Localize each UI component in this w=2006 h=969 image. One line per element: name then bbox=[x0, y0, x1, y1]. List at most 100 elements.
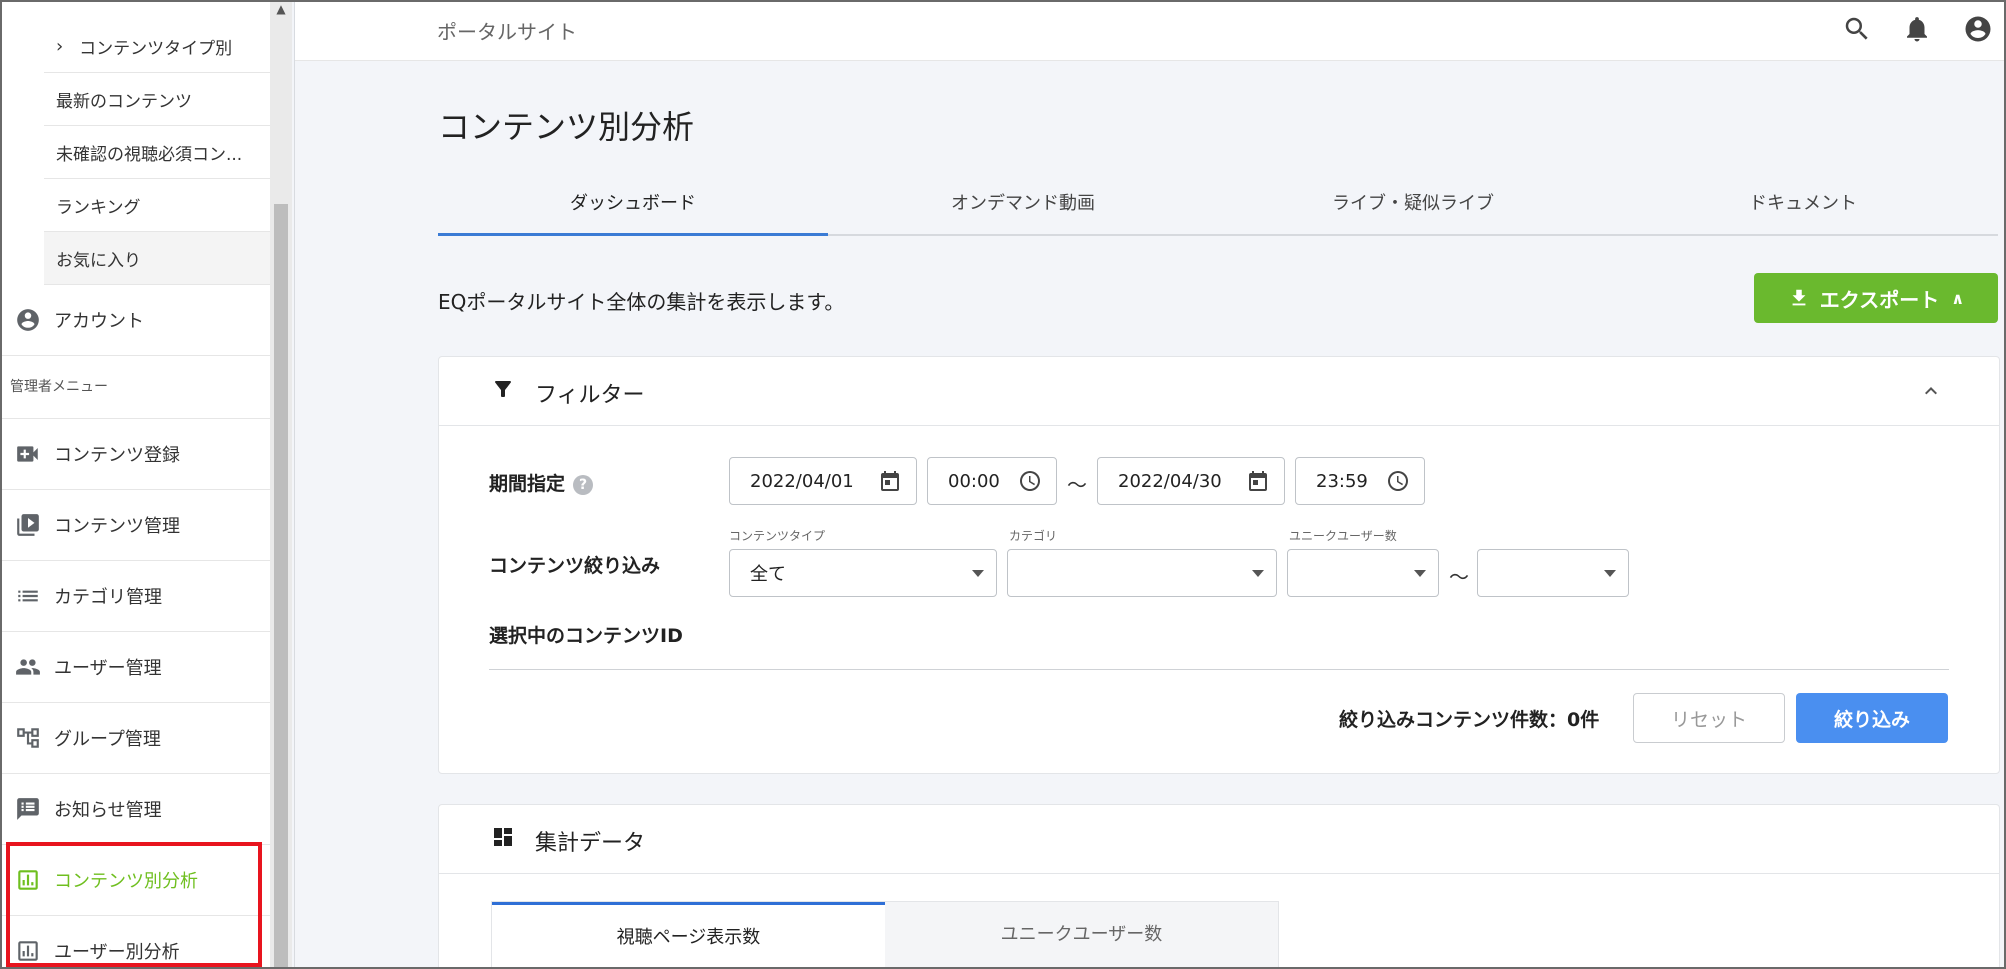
export-label: エクスポート bbox=[1819, 287, 1940, 312]
end-date-field[interactable]: 2022/04/30 bbox=[1097, 457, 1285, 505]
sidebar-subitem-unwatched-required[interactable]: 未確認の視聴必須コン... bbox=[44, 126, 270, 179]
chevron-up-icon: ∧ bbox=[1951, 288, 1965, 308]
period-label-text: 期間指定 bbox=[489, 473, 566, 495]
sidebar-subitem-label: ランキング bbox=[56, 197, 141, 218]
top-bar: ポータルサイト bbox=[295, 2, 2004, 61]
people-icon bbox=[2, 654, 54, 680]
scroll-up-arrow-icon[interactable]: ▲ bbox=[274, 2, 288, 16]
sidebar-item-label: グループ管理 bbox=[54, 729, 161, 750]
sidebar-item-label: ユーザー管理 bbox=[54, 658, 162, 679]
sidebar-item-content-manage[interactable]: コンテンツ管理 bbox=[2, 490, 270, 561]
dropdown-arrow-icon bbox=[1604, 569, 1616, 577]
dropdown-arrow-icon bbox=[1252, 569, 1264, 577]
sidebar-subitem-content-type[interactable]: › コンテンツタイプ別 bbox=[44, 20, 270, 73]
bell-icon[interactable] bbox=[1902, 14, 1932, 44]
start-date-field[interactable]: 2022/04/01 bbox=[729, 457, 917, 505]
sidebar: › コンテンツタイプ別 最新のコンテンツ 未確認の視聴必須コン... ランキング… bbox=[2, 2, 270, 967]
search-icon[interactable] bbox=[1842, 14, 1872, 44]
category-select[interactable] bbox=[1007, 549, 1277, 597]
sidebar-item-label: コンテンツ管理 bbox=[54, 516, 180, 537]
admin-menu-heading: 管理者メニュー bbox=[10, 379, 108, 395]
sidebar-subitem-favorites[interactable]: お気に入り bbox=[44, 232, 270, 285]
apply-filter-button[interactable]: 絞り込み bbox=[1796, 693, 1948, 743]
tab-bar: ダッシュボード オンデマンド動画 ライブ・疑似ライブ ドキュメント bbox=[438, 184, 1998, 236]
start-time-value: 00:00 bbox=[948, 470, 1000, 492]
tab-dashboard[interactable]: ダッシュボード bbox=[438, 184, 828, 236]
sidebar-item-label: コンテンツ登録 bbox=[54, 445, 180, 466]
page-description: EQポータルサイト全体の集計を表示します。 bbox=[438, 290, 845, 314]
chevron-right-icon: › bbox=[56, 35, 64, 57]
chevron-up-icon[interactable] bbox=[1919, 379, 1943, 403]
sidebar-subitem-label: 最新のコンテンツ bbox=[56, 91, 192, 112]
filter-header[interactable]: フィルター bbox=[439, 357, 1999, 426]
dashboard-icon bbox=[491, 825, 515, 849]
filtered-count: 絞り込みコンテンツ件数：0件 bbox=[1339, 709, 1600, 731]
sidebar-item-label: カテゴリ管理 bbox=[54, 587, 162, 608]
sidebar-item-account[interactable]: アカウント bbox=[2, 285, 270, 356]
scrollbar-thumb[interactable] bbox=[274, 204, 288, 967]
summary-panel: 集計データ 視聴ページ表示数 ユニークユーザー数 bbox=[438, 804, 2000, 967]
sidebar-item-label: アカウント bbox=[54, 311, 144, 332]
content-filter-label: コンテンツ絞り込み bbox=[489, 555, 661, 577]
list-icon bbox=[2, 583, 54, 609]
export-button[interactable]: エクスポート ∧ bbox=[1754, 273, 1998, 323]
calendar-icon[interactable] bbox=[878, 469, 902, 493]
period-label: 期間指定? bbox=[489, 469, 594, 496]
video-add-icon bbox=[2, 441, 54, 467]
tab-documents[interactable]: ドキュメント bbox=[1608, 184, 1998, 234]
sidebar-subitem-latest[interactable]: 最新のコンテンツ bbox=[44, 73, 270, 126]
content-type-value: 全て bbox=[750, 564, 786, 585]
sidebar-item-group-manage[interactable]: グループ管理 bbox=[2, 703, 270, 774]
help-icon[interactable]: ? bbox=[573, 474, 594, 495]
sidebar-item-notice-manage[interactable]: お知らせ管理 bbox=[2, 774, 270, 845]
end-date-value: 2022/04/30 bbox=[1118, 470, 1222, 492]
divider bbox=[294, 2, 295, 967]
announcement-icon bbox=[2, 796, 54, 822]
filter-title: フィルター bbox=[535, 383, 645, 408]
account-circle-icon[interactable] bbox=[1963, 14, 1993, 44]
sidebar-item-category-manage[interactable]: カテゴリ管理 bbox=[2, 561, 270, 632]
dropdown-arrow-icon bbox=[1414, 569, 1426, 577]
tab-live[interactable]: ライブ・疑似ライブ bbox=[1218, 184, 1608, 234]
content-type-select[interactable]: 全て bbox=[729, 549, 997, 597]
tab-unique-users[interactable]: ユニークユーザー数 bbox=[885, 902, 1278, 967]
highlight-box bbox=[6, 842, 262, 967]
unique-users-max-select[interactable] bbox=[1477, 549, 1629, 597]
app-window: › コンテンツタイプ別 最新のコンテンツ 未確認の視聴必須コン... ランキング… bbox=[0, 0, 2006, 969]
end-time-field[interactable]: 23:59 bbox=[1295, 457, 1425, 505]
stat-tabs: 視聴ページ表示数 ユニークユーザー数 bbox=[491, 901, 1279, 967]
page-title: コンテンツ別分析 bbox=[438, 108, 695, 146]
range-tilde: ～ bbox=[1449, 565, 1469, 589]
sidebar-subitem-label: コンテンツタイプ別 bbox=[79, 38, 233, 59]
clock-icon[interactable] bbox=[1018, 469, 1042, 493]
sidebar-item-content-register[interactable]: コンテンツ登録 bbox=[2, 419, 270, 490]
sidebar-subitem-label: お気に入り bbox=[56, 250, 141, 271]
calendar-icon[interactable] bbox=[1246, 469, 1270, 493]
sidebar-subitem-label: 未確認の視聴必須コン... bbox=[56, 144, 243, 165]
dropdown-arrow-icon bbox=[972, 569, 984, 577]
start-time-field[interactable]: 00:00 bbox=[927, 457, 1057, 505]
group-tree-icon bbox=[2, 725, 54, 751]
sidebar-item-user-manage[interactable]: ユーザー管理 bbox=[2, 632, 270, 703]
video-library-icon bbox=[2, 512, 54, 538]
selected-ids-label: 選択中のコンテンツID bbox=[489, 625, 683, 647]
tab-page-views[interactable]: 視聴ページ表示数 bbox=[492, 902, 885, 967]
start-date-value: 2022/04/01 bbox=[750, 470, 854, 492]
portal-title[interactable]: ポータルサイト bbox=[437, 16, 577, 45]
summary-header: 集計データ bbox=[439, 805, 1999, 874]
end-time-value: 23:59 bbox=[1316, 470, 1368, 492]
filter-icon bbox=[491, 377, 515, 401]
reset-button[interactable]: リセット bbox=[1633, 693, 1785, 743]
category-label: カテゴリ bbox=[1009, 529, 1058, 543]
tab-on-demand[interactable]: オンデマンド動画 bbox=[828, 184, 1218, 234]
range-tilde: ～ bbox=[1067, 473, 1087, 497]
sidebar-item-label: お知らせ管理 bbox=[54, 800, 162, 821]
divider bbox=[489, 669, 1949, 670]
unique-users-min-select[interactable] bbox=[1287, 549, 1439, 597]
unique-users-label: ユニークユーザー数 bbox=[1289, 529, 1397, 543]
summary-title: 集計データ bbox=[535, 831, 646, 856]
clock-icon[interactable] bbox=[1386, 469, 1410, 493]
sidebar-subitem-ranking[interactable]: ランキング bbox=[44, 179, 270, 232]
download-icon bbox=[1792, 289, 1806, 306]
content-type-label: コンテンツタイプ bbox=[729, 529, 826, 543]
